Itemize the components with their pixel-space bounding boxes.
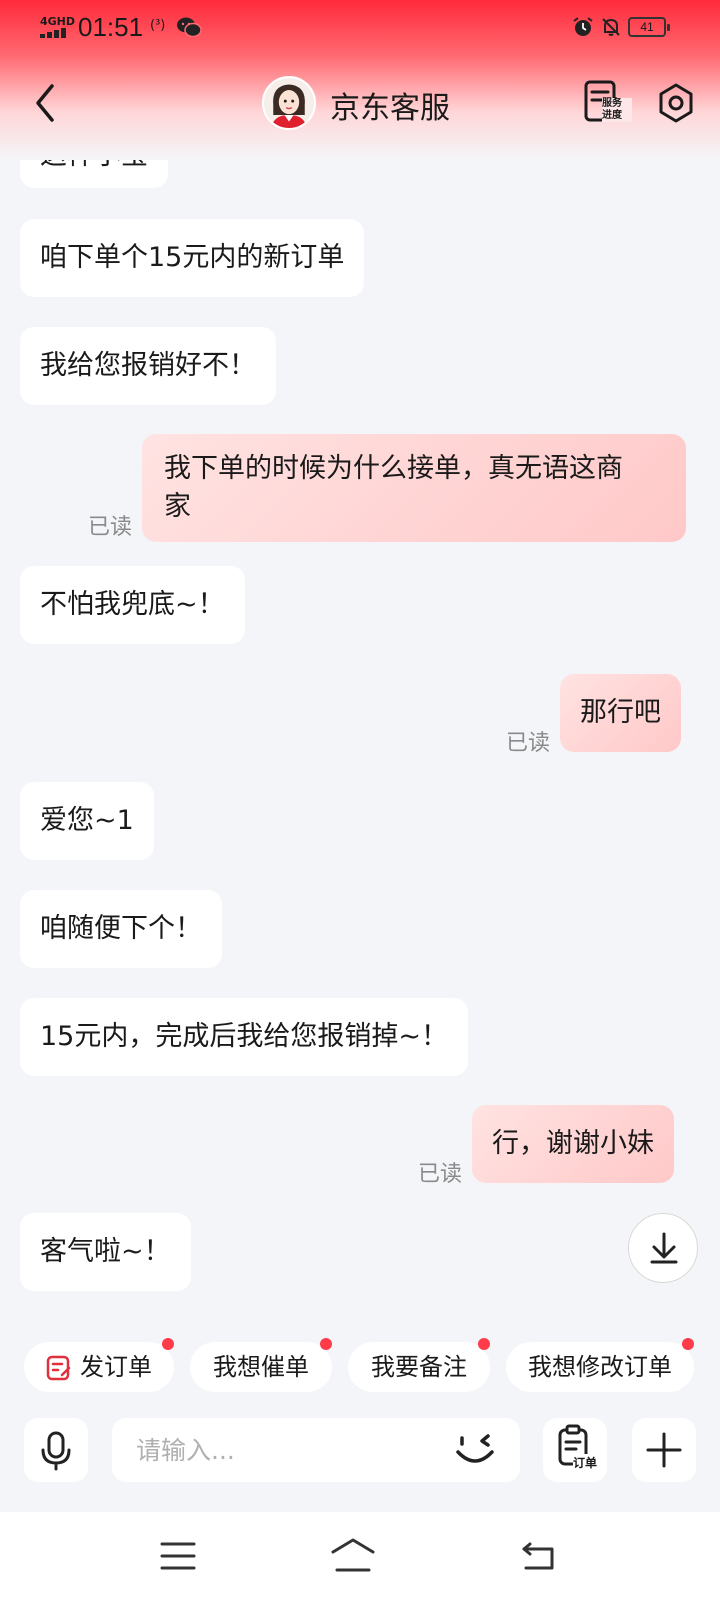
microphone-icon bbox=[41, 1431, 71, 1471]
message-text: 咱随便下个！ bbox=[40, 913, 202, 944]
quick-action-add-note[interactable]: 我要备注 bbox=[348, 1338, 490, 1392]
clock: 01:51 bbox=[78, 12, 144, 42]
service-progress-label: 服务 进度 bbox=[602, 98, 632, 122]
message-text: 15元内，完成后我给您报销掉~！ bbox=[40, 1021, 448, 1052]
message-bubble-incoming: 不怕我兜底~！ bbox=[20, 566, 245, 644]
page-title: 京东客服 bbox=[330, 91, 450, 126]
quick-action-modify-order[interactable]: 我想修改订单 bbox=[506, 1338, 694, 1392]
new-dot bbox=[682, 1338, 694, 1350]
emoji-icon[interactable] bbox=[452, 1428, 498, 1472]
composer: 订单 bbox=[0, 1418, 720, 1488]
message-bubble-incoming: 客气啦~！ bbox=[20, 1213, 191, 1291]
alarm-icon bbox=[573, 17, 593, 36]
agent-avatar[interactable] bbox=[262, 76, 316, 130]
network-type: 4GHD bbox=[40, 15, 76, 28]
message-input[interactable] bbox=[136, 1430, 426, 1470]
battery-level: 41 bbox=[640, 20, 654, 34]
agent-avatar-icon bbox=[264, 78, 314, 128]
wechat-icon bbox=[177, 17, 202, 38]
chip-label: 我要备注 bbox=[371, 1353, 467, 1381]
download-arrow-icon bbox=[650, 1232, 678, 1264]
message-text-line: 我下单的时候为什么接单，真无语这商 bbox=[164, 453, 623, 484]
message-bubble-outgoing: 行，谢谢小妹 bbox=[472, 1105, 674, 1183]
chip-label: 发订单 bbox=[80, 1353, 152, 1381]
system-nav-bar bbox=[0, 1512, 720, 1600]
hd-call-icon: (³) bbox=[150, 18, 166, 33]
new-dot bbox=[478, 1338, 490, 1350]
chat-area: 这样小宝 咱下单个15元内的新订单 我给您报销好不！ 已读 我下单的时候为什么接… bbox=[0, 0, 720, 1320]
battery-icon: 41 bbox=[628, 17, 670, 37]
message-text: 我给您报销好不！ bbox=[40, 350, 256, 381]
message-text: 客气啦~！ bbox=[40, 1236, 171, 1267]
read-status: 已读 bbox=[506, 731, 551, 756]
read-status: 已读 bbox=[418, 1162, 463, 1187]
read-status: 已读 bbox=[88, 515, 133, 540]
scroll-to-bottom-button[interactable] bbox=[628, 1213, 698, 1283]
order-button-label: 订单 bbox=[573, 1454, 598, 1471]
chat-header: 京东客服 服务 进度 bbox=[0, 58, 720, 154]
message-text: 不怕我兜底~！ bbox=[40, 589, 225, 620]
quick-actions: 发订单 我想催单 我要备注 我想修改订单 bbox=[0, 1338, 720, 1394]
order-button[interactable]: 订单 bbox=[543, 1418, 607, 1482]
message-bubble-outgoing: 我下单的时候为什么接单，真无语这商 家 bbox=[142, 434, 686, 542]
new-dot bbox=[320, 1338, 332, 1350]
message-bubble-outgoing: 那行吧 bbox=[560, 674, 681, 752]
message-text: 咱下单个15元内的新订单 bbox=[40, 242, 345, 273]
quick-action-urge-order[interactable]: 我想催单 bbox=[190, 1338, 332, 1392]
new-dot bbox=[162, 1338, 174, 1350]
message-bubble-incoming: 咱随便下个！ bbox=[20, 890, 222, 968]
message-bubble-incoming: 我给您报销好不！ bbox=[20, 327, 276, 405]
progress-label-line: 进度 bbox=[602, 110, 622, 121]
progress-label-line: 服务 bbox=[602, 98, 622, 109]
settings-icon[interactable] bbox=[654, 80, 698, 128]
message-text: 爱您~1 bbox=[40, 805, 134, 836]
voice-button[interactable] bbox=[24, 1418, 88, 1482]
mute-icon bbox=[602, 18, 620, 36]
menu-icon[interactable] bbox=[148, 1530, 208, 1582]
message-bubble-incoming: 15元内，完成后我给您报销掉~！ bbox=[20, 998, 468, 1076]
edit-order-icon bbox=[46, 1355, 71, 1381]
quick-action-send-order[interactable]: 发订单 bbox=[24, 1338, 174, 1392]
message-bubble-incoming: 爱您~1 bbox=[20, 782, 154, 860]
message-text: 那行吧 bbox=[580, 697, 661, 728]
clipboard-icon bbox=[558, 1424, 588, 1466]
message-input-box bbox=[112, 1418, 520, 1482]
chip-label: 我想催单 bbox=[213, 1353, 309, 1381]
status-bar: 4GHD 01:51 (³) 41 bbox=[0, 0, 720, 58]
back-icon[interactable] bbox=[26, 78, 66, 128]
message-bubble-incoming: 咱下单个15元内的新订单 bbox=[20, 219, 365, 297]
signal-icon bbox=[40, 28, 66, 38]
back-nav-icon[interactable] bbox=[508, 1530, 568, 1582]
more-button[interactable] bbox=[632, 1418, 696, 1482]
plus-icon bbox=[646, 1432, 682, 1468]
chip-label: 我想修改订单 bbox=[528, 1353, 672, 1381]
message-text-line: 家 bbox=[164, 491, 191, 522]
home-icon[interactable] bbox=[323, 1530, 383, 1582]
message-text: 行，谢谢小妹 bbox=[492, 1128, 654, 1159]
service-progress-button[interactable]: 服务 进度 bbox=[584, 80, 634, 128]
